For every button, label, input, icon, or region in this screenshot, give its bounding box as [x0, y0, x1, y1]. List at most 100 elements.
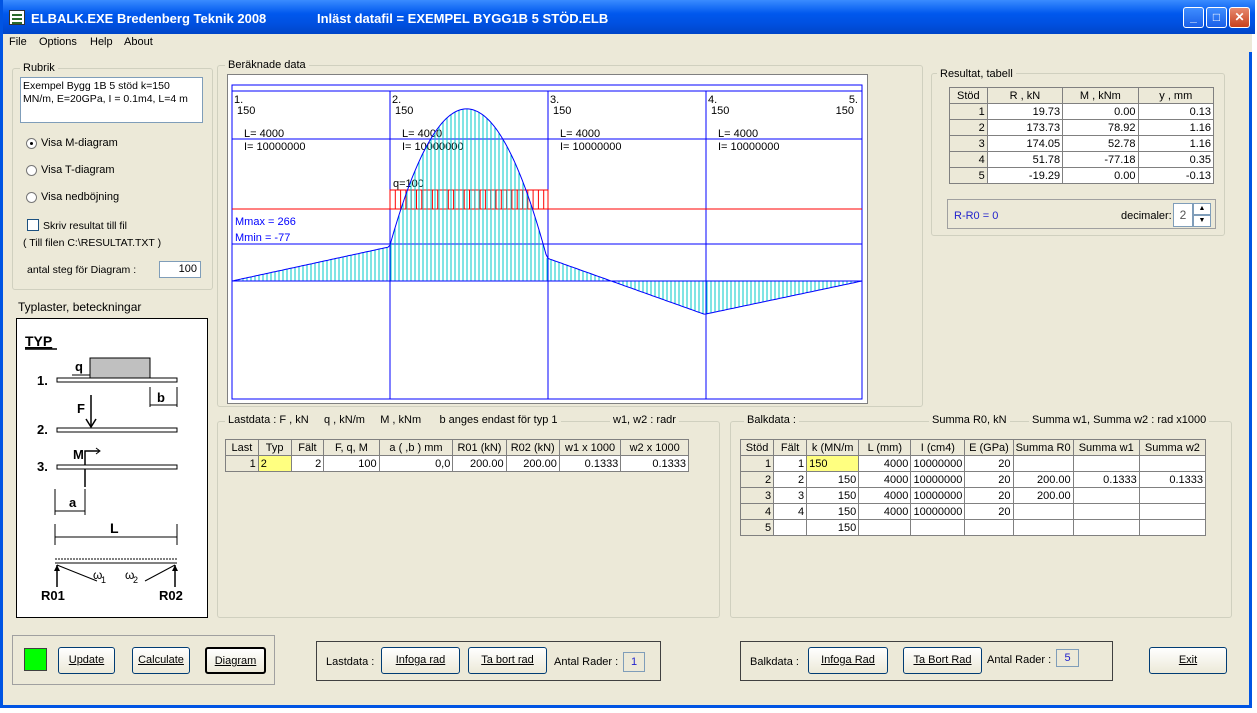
balkdata-cell[interactable] — [1072, 487, 1140, 504]
balkdata-cell[interactable]: 4 — [773, 503, 808, 520]
balkdata-cell[interactable] — [773, 519, 808, 536]
lastdata-cell[interactable]: 100 — [323, 455, 380, 472]
balkdata-cell[interactable] — [1138, 455, 1207, 472]
results-cell[interactable]: -77.18 — [1062, 151, 1139, 168]
lastdata-rows-label: Lastdata : — [326, 656, 375, 668]
results-cell[interactable]: 174.05 — [986, 135, 1064, 152]
results-cell[interactable]: -0.13 — [1137, 167, 1215, 184]
diagram-legend: Beräknade data — [225, 59, 309, 71]
balkdata-cell[interactable]: 10000000 — [910, 503, 966, 520]
mmax-label: Mmax = 266 — [235, 216, 296, 228]
update-button[interactable]: Update — [58, 647, 115, 674]
menu-file[interactable]: File — [9, 36, 27, 48]
mmin-label: Mmin = -77 — [235, 232, 290, 244]
exit-button[interactable]: Exit — [1149, 647, 1227, 674]
lastdata-col-header: Typ — [257, 439, 292, 456]
balkdata-cell[interactable] — [858, 519, 912, 536]
lastdata-cell[interactable]: 2 — [290, 455, 325, 472]
balkdata-cell[interactable]: 20 — [964, 471, 1014, 488]
lastdata-cell[interactable]: 200.00 — [505, 455, 560, 472]
balkdata-cell[interactable]: 0.1333 — [1138, 471, 1207, 488]
results-cell[interactable]: 52.78 — [1062, 135, 1139, 152]
results-cell[interactable]: 0.00 — [1062, 167, 1139, 184]
ta-bort-rad-button[interactable]: Ta bort rad — [468, 647, 547, 674]
balkdata-cell[interactable]: 20 — [964, 503, 1014, 520]
balkdata-cell[interactable]: 20 — [964, 455, 1014, 472]
infoga-rad-button[interactable]: Infoga rad — [381, 647, 460, 674]
balkdata-table[interactable]: Stöd Fält k (MN/m L (mm) I (cm4) E (GPa) Summa… — [739, 439, 1207, 536]
results-cell[interactable]: 1.16 — [1137, 135, 1215, 152]
lastdata-cell[interactable]: 0,0 — [378, 455, 454, 472]
lastdata-cell[interactable]: 0.1333 — [620, 455, 689, 472]
balkdata-cell[interactable]: 4000 — [858, 471, 912, 488]
typ-n1: 1. — [37, 373, 48, 388]
balkdata-cell[interactable]: 3 — [773, 487, 808, 504]
balkdata-row: 2 2 150 4000 10000000 20 200.00 0.1333 0.1333 — [739, 471, 1207, 488]
balkdata-cell[interactable]: 4000 — [858, 487, 912, 504]
ta-bort-rad-balk-button[interactable]: Ta Bort Rad — [903, 647, 982, 674]
balkdata-cell[interactable] — [1072, 455, 1140, 472]
lastdata-cell[interactable]: 200.00 — [452, 455, 507, 472]
balkdata-row-header: 5 — [739, 519, 775, 536]
maximize-icon[interactable]: □ — [1206, 7, 1227, 28]
balkdata-cell[interactable]: 150 — [806, 519, 860, 536]
balkdata-cell[interactable] — [1012, 455, 1074, 472]
results-cell[interactable]: 0.13 — [1137, 103, 1215, 120]
balkdata-cell[interactable] — [1072, 519, 1140, 536]
balkdata-cell[interactable]: 150 — [806, 487, 860, 504]
results-cell[interactable]: 0.00 — [1062, 103, 1139, 120]
balkdata-cell[interactable] — [964, 519, 1014, 536]
results-cell[interactable]: 51.78 — [986, 151, 1064, 168]
lastdata-cell[interactable]: 2 — [257, 455, 292, 472]
balkdata-cell[interactable]: 10000000 — [910, 455, 966, 472]
menu-options[interactable]: Options — [39, 36, 77, 48]
app-icon[interactable] — [9, 10, 25, 25]
balkdata-cell[interactable]: 2 — [773, 471, 808, 488]
results-cell[interactable]: 19.73 — [986, 103, 1064, 120]
balkdata-cell[interactable]: 150 — [806, 471, 860, 488]
balkdata-cell[interactable]: 150 — [806, 455, 860, 472]
spin-down-icon[interactable]: ▼ — [1193, 215, 1211, 227]
rubrik-textarea[interactable]: Exempel Bygg 1B 5 stöd k=150 MN/m, E=20G… — [20, 77, 203, 123]
results-cell[interactable]: 173.73 — [986, 119, 1064, 136]
balkdata-cell[interactable] — [1012, 519, 1074, 536]
radio-t-diagram[interactable] — [26, 165, 37, 176]
results-cell[interactable]: 1.16 — [1137, 119, 1215, 136]
calculate-button[interactable]: Calculate — [132, 647, 190, 674]
infoga-rad-balk-button[interactable]: Infoga Rad — [808, 647, 888, 674]
results-cell[interactable]: 78.92 — [1062, 119, 1139, 136]
balkdata-cell[interactable]: 4000 — [858, 455, 912, 472]
lastdata-table[interactable]: Last Typ Fält F, q, Ma ( ,b ) mm R01 (kN) R02… — [225, 439, 689, 472]
results-cell[interactable]: -19.29 — [986, 167, 1064, 184]
balkdata-cell[interactable] — [1138, 519, 1207, 536]
title-bar[interactable]: ELBALK.EXE Bredenberg Teknik 2008 Inläst… — [3, 0, 1255, 34]
balkdata-cell[interactable] — [1072, 503, 1140, 520]
balkdata-cell[interactable] — [1012, 503, 1074, 520]
lastdata-cell[interactable]: 0.1333 — [558, 455, 622, 472]
radio-m-diagram[interactable] — [26, 138, 37, 149]
menu-help[interactable]: Help — [90, 36, 113, 48]
balkdata-cell[interactable]: 10000000 — [910, 471, 966, 488]
minimize-icon[interactable]: _ — [1183, 7, 1204, 28]
close-icon[interactable]: ✕ — [1229, 7, 1250, 28]
balkdata-cell[interactable] — [910, 519, 966, 536]
balkdata-cell[interactable]: 0.1333 — [1072, 471, 1140, 488]
balkdata-cell[interactable]: 20 — [964, 487, 1014, 504]
balkdata-col-header: Fält — [773, 439, 808, 456]
balkdata-cell[interactable]: 150 — [806, 503, 860, 520]
balkdata-cell[interactable]: 4000 — [858, 503, 912, 520]
decimals-input[interactable]: 2 — [1173, 203, 1193, 227]
steps-input[interactable]: 100 — [159, 261, 201, 278]
results-cell[interactable]: 0.35 — [1137, 151, 1215, 168]
balkdata-cell[interactable]: 1 — [773, 455, 808, 472]
menu-about[interactable]: About — [124, 36, 153, 48]
write-file-checkbox[interactable] — [27, 219, 39, 231]
balkdata-cell[interactable] — [1138, 487, 1207, 504]
radio-nedbojning[interactable] — [26, 192, 37, 203]
spin-up-icon[interactable]: ▲ — [1193, 203, 1211, 215]
balkdata-cell[interactable]: 200.00 — [1012, 471, 1074, 488]
diagram-button[interactable]: Diagram — [205, 647, 266, 674]
balkdata-cell[interactable] — [1138, 503, 1207, 520]
balkdata-cell[interactable]: 200.00 — [1012, 487, 1074, 504]
balkdata-cell[interactable]: 10000000 — [910, 487, 966, 504]
